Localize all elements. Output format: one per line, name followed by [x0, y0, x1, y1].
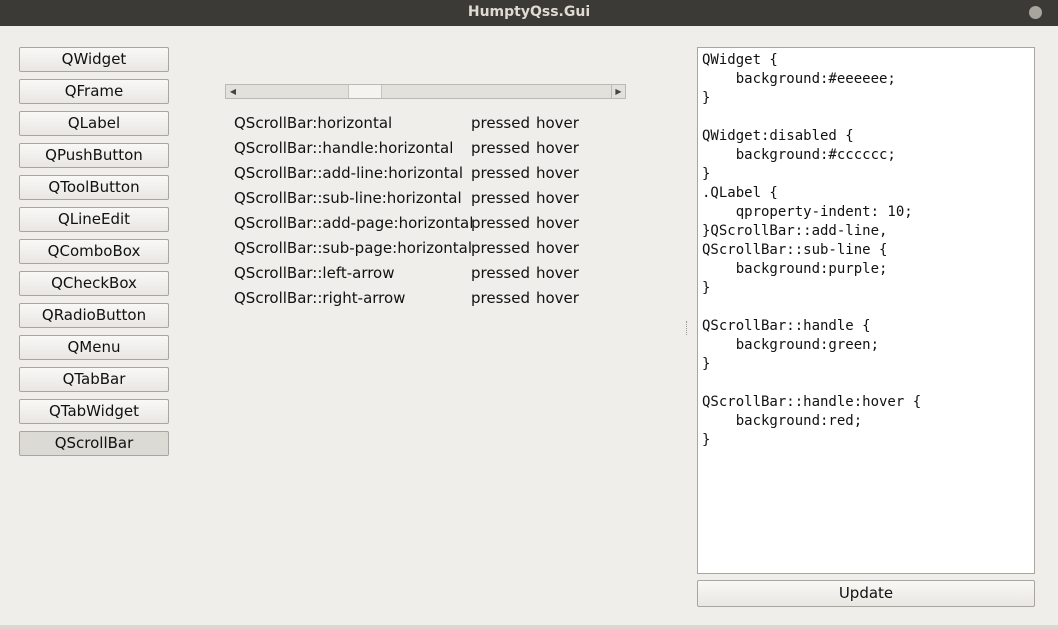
nav-button-qtabwidget[interactable]: QTabWidget: [19, 399, 169, 424]
code-line: QScrollBar::handle {: [702, 318, 871, 334]
selector-label: QScrollBar::sub-page:horizontal: [234, 239, 473, 257]
scroll-left-arrow-icon[interactable]: ◀: [226, 85, 240, 98]
close-icon[interactable]: [1029, 6, 1042, 19]
code-line: }: [702, 356, 711, 372]
code-line: QWidget:disabled {: [702, 128, 854, 144]
preview-horizontal-scrollbar[interactable]: ◀ ▶: [225, 84, 626, 99]
code-line: .QLabel {: [702, 185, 778, 201]
main-window: QWidget QFrame QLabel QPushButton QToolB…: [0, 26, 1058, 629]
selector-label: QScrollBar::add-line:horizontal: [234, 164, 464, 182]
selector-label: QScrollBar::sub-line:horizontal: [234, 189, 462, 207]
code-line: QWidget {: [702, 52, 778, 68]
nav-button-qcheckbox[interactable]: QCheckBox: [19, 271, 169, 296]
state-hover-label: hover: [536, 189, 579, 207]
state-hover-label: hover: [536, 264, 579, 282]
selector-label: QScrollBar::left-arrow: [234, 264, 395, 282]
update-button[interactable]: Update: [697, 580, 1035, 607]
nav-button-qframe[interactable]: QFrame: [19, 79, 169, 104]
nav-button-qlineedit[interactable]: QLineEdit: [19, 207, 169, 232]
state-pressed-label: pressed: [471, 114, 530, 132]
state-pressed-label: pressed: [471, 239, 530, 257]
state-hover-label: hover: [536, 114, 579, 132]
code-line: }: [702, 432, 711, 448]
selector-label: QScrollBar::right-arrow: [234, 289, 406, 307]
state-hover-label: hover: [536, 139, 579, 157]
state-hover-label: hover: [536, 214, 579, 232]
nav-button-qcombobox[interactable]: QComboBox: [19, 239, 169, 264]
code-line: background:#eeeeee;: [702, 71, 896, 87]
state-hover-label: hover: [536, 239, 579, 257]
window-bottom-edge: [0, 625, 1058, 629]
nav-button-qlabel[interactable]: QLabel: [19, 111, 169, 136]
state-pressed-label: pressed: [471, 139, 530, 157]
splitter-handle[interactable]: [686, 321, 688, 335]
state-pressed-label: pressed: [471, 214, 530, 232]
scroll-right-arrow-icon[interactable]: ▶: [611, 85, 625, 98]
code-line: QScrollBar::handle:hover {: [702, 394, 922, 410]
code-line: }: [702, 90, 711, 106]
scrollbar-handle[interactable]: [348, 85, 382, 98]
nav-button-qtabbar[interactable]: QTabBar: [19, 367, 169, 392]
code-line: QScrollBar::sub-line {: [702, 242, 888, 258]
window-title: HumptyQss.Gui: [467, 4, 591, 20]
state-pressed-label: pressed: [471, 189, 530, 207]
nav-button-qmenu[interactable]: QMenu: [19, 335, 169, 360]
code-line: qproperty-indent: 10;: [702, 204, 913, 220]
nav-button-qpushbutton[interactable]: QPushButton: [19, 143, 169, 168]
nav-button-qwidget[interactable]: QWidget: [19, 47, 169, 72]
selector-label: QScrollBar::handle:horizontal: [234, 139, 454, 157]
stylesheet-editor[interactable]: QWidget { background:#eeeeee; } QWidget:…: [697, 47, 1035, 574]
nav-button-qradiobutton[interactable]: QRadioButton: [19, 303, 169, 328]
state-hover-label: hover: [536, 164, 579, 182]
state-pressed-label: pressed: [471, 164, 530, 182]
title-bar: HumptyQss.Gui: [0, 0, 1058, 26]
nav-button-qtoolbutton[interactable]: QToolButton: [19, 175, 169, 200]
state-hover-label: hover: [536, 289, 579, 307]
code-line: background:purple;: [702, 261, 888, 277]
code-line: }: [702, 280, 711, 296]
state-pressed-label: pressed: [471, 289, 530, 307]
code-line: background:red;: [702, 413, 863, 429]
nav-button-qscrollbar[interactable]: QScrollBar: [19, 431, 169, 456]
code-line: }QScrollBar::add-line,: [702, 223, 888, 239]
code-line: background:green;: [702, 337, 880, 353]
selector-label: QScrollBar::add-page:horizontal: [234, 214, 474, 232]
code-line: }: [702, 166, 711, 182]
selector-label: QScrollBar:horizontal: [234, 114, 393, 132]
code-line: background:#cccccc;: [702, 147, 896, 163]
state-pressed-label: pressed: [471, 264, 530, 282]
